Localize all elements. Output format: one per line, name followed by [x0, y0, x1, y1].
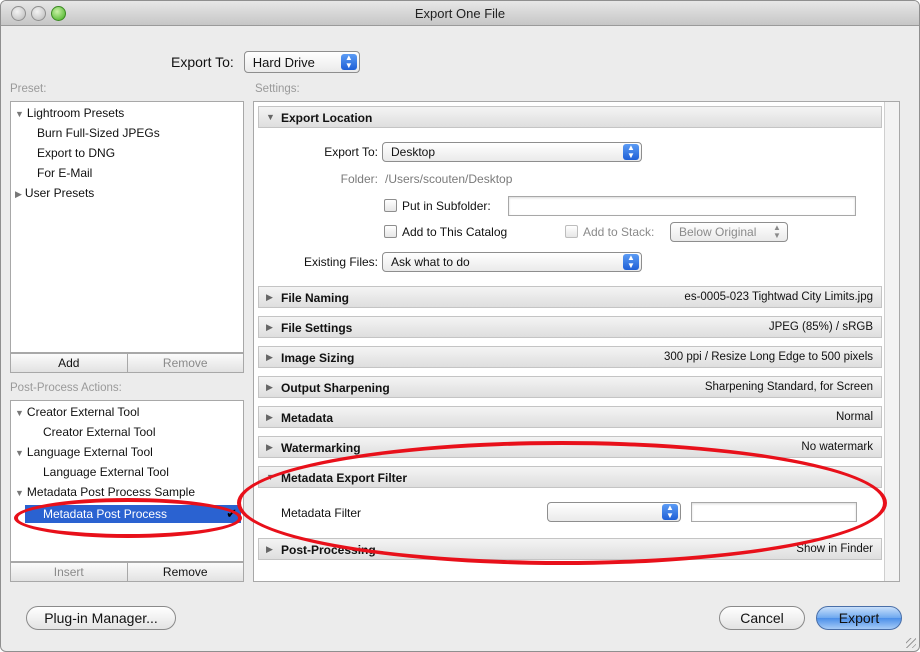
post-process-item-selected[interactable]: Metadata Post Process ✔ [25, 505, 241, 523]
add-stack-checkbox[interactable] [565, 225, 578, 238]
post-process-group[interactable]: ▼ Creator External Tool [15, 405, 139, 419]
post-processing-header[interactable]: ▶ Post-Processing Show in Finder [258, 538, 882, 560]
file-naming-header[interactable]: ▶ File Naming es-0005-023 Tightwad City … [258, 286, 882, 308]
file-naming-summary: es-0005-023 Tightwad City Limits.jpg [684, 291, 873, 303]
metadata-header[interactable]: ▶ Metadata Normal [258, 406, 882, 428]
file-settings-header[interactable]: ▶ File Settings JPEG (85%) / sRGB [258, 316, 882, 338]
popup-arrows-icon: ▲ ▼ [623, 144, 639, 160]
popup-arrows-icon: ▲ ▼ [623, 254, 639, 270]
disclosure-closed-icon[interactable]: ▶ [266, 544, 273, 555]
image-sizing-summary: 300 ppi / Resize Long Edge to 500 pixels [663, 351, 873, 363]
disclosure-closed-icon[interactable]: ▶ [266, 412, 273, 423]
metadata-filter-popup[interactable]: ▲ ▼ [547, 502, 681, 522]
watermarking-summary: No watermark [801, 441, 873, 453]
post-process-list: ▼ Creator External Tool Creator External … [10, 400, 244, 562]
preset-buttons: Add Remove [10, 353, 244, 373]
disclosure-closed-icon[interactable]: ▶ [266, 322, 273, 333]
export-button[interactable]: Export [816, 606, 902, 630]
watermarking-header[interactable]: ▶ Watermarking No watermark [258, 436, 882, 458]
metadata-export-filter-header[interactable]: ▼ Metadata Export Filter [258, 466, 882, 488]
image-sizing-header[interactable]: ▶ Image Sizing 300 ppi / Resize Long Edg… [258, 346, 882, 368]
folder-path: /Users/scouten/Desktop [385, 172, 513, 186]
settings-section-label: Settings: [255, 83, 300, 95]
disclosure-open-icon[interactable]: ▼ [15, 109, 24, 119]
export-location-popup[interactable]: Desktop ▲ ▼ [382, 142, 642, 162]
post-process-group[interactable]: ▼ Language External Tool [15, 445, 153, 459]
popup-arrows-icon: ▲ ▼ [340, 54, 357, 70]
metadata-summary: Normal [835, 411, 873, 423]
preset-item[interactable]: Burn Full-Sized JPEGs [37, 126, 160, 140]
post-process-buttons: Insert Remove [10, 562, 244, 582]
export-to-value: Hard Drive [252, 54, 315, 70]
plugin-manager-button[interactable]: Plug-in Manager... [26, 606, 176, 630]
disclosure-closed-icon[interactable]: ▶ [15, 189, 22, 199]
preset-group-lightroom[interactable]: ▼ Lightroom Presets [15, 106, 124, 120]
window-title: Export One File [414, 6, 506, 21]
output-sharpening-summary: Sharpening Standard, for Screen [704, 381, 873, 393]
disclosure-open-icon[interactable]: ▼ [266, 472, 275, 482]
post-process-group[interactable]: ▼ Metadata Post Process Sample [15, 485, 195, 499]
folder-label: Folder: [340, 172, 378, 186]
preset-item[interactable]: For E-Mail [37, 166, 92, 180]
post-process-item[interactable]: Creator External Tool [43, 425, 156, 439]
subfolder-checkbox-row[interactable]: Put in Subfolder: [384, 199, 491, 213]
export-dialog: Export One File Export To: Hard Drive ▲ ▼… [0, 0, 920, 652]
disclosure-open-icon[interactable]: ▼ [15, 408, 24, 418]
export-to-row: Export To: Hard Drive ▲ ▼ [171, 51, 360, 73]
output-sharpening-header[interactable]: ▶ Output Sharpening Sharpening Standard,… [258, 376, 882, 398]
add-stack-checkbox-row[interactable]: Add to Stack: [565, 225, 654, 239]
settings-pane: ▼ Export Location Export To: Desktop ▲ ▼ … [253, 101, 900, 582]
add-catalog-checkbox-row[interactable]: Add to This Catalog [384, 225, 507, 239]
remove-preset-button[interactable]: Remove [126, 354, 244, 372]
subfolder-checkbox[interactable] [384, 199, 397, 212]
preset-item[interactable]: Export to DNG [37, 146, 115, 160]
add-preset-button[interactable]: Add [11, 354, 127, 372]
disclosure-closed-icon[interactable]: ▶ [266, 442, 273, 453]
remove-action-button[interactable]: Remove [126, 563, 244, 581]
stack-position-popup[interactable]: Below Original ▲ ▼ [670, 222, 788, 242]
post-process-section-label: Post-Process Actions: [10, 382, 122, 394]
title-bar: Export One File [1, 1, 919, 26]
preset-group-user[interactable]: ▶ User Presets [15, 186, 94, 200]
settings-scrollbar[interactable] [884, 102, 899, 581]
checkmark-icon: ✔ [226, 506, 237, 521]
preset-list: ▼ Lightroom Presets Burn Full-Sized JPEGs… [10, 101, 244, 353]
disclosure-open-icon[interactable]: ▼ [15, 488, 24, 498]
export-to-label: Export To: [171, 54, 234, 70]
existing-files-popup[interactable]: Ask what to do ▲ ▼ [382, 252, 642, 272]
metadata-filter-label: Metadata Filter [281, 506, 362, 520]
popup-arrows-icon: ▲ ▼ [773, 223, 781, 240]
export-location-header[interactable]: ▼ Export Location [258, 106, 882, 128]
export-to-location-label: Export To: [324, 145, 378, 159]
disclosure-closed-icon[interactable]: ▶ [266, 292, 273, 303]
add-catalog-checkbox[interactable] [384, 225, 397, 238]
metadata-filter-input[interactable] [691, 502, 857, 522]
disclosure-closed-icon[interactable]: ▶ [266, 352, 273, 363]
preset-section-label: Preset: [10, 83, 47, 95]
post-process-item[interactable]: Language External Tool [43, 465, 169, 479]
post-processing-summary: Show in Finder [796, 543, 873, 555]
disclosure-open-icon[interactable]: ▼ [266, 112, 275, 122]
existing-files-label: Existing Files: [303, 255, 378, 269]
popup-arrows-icon: ▲ ▼ [662, 504, 678, 520]
cancel-button[interactable]: Cancel [719, 606, 805, 630]
subfolder-input[interactable] [508, 196, 856, 216]
disclosure-closed-icon[interactable]: ▶ [266, 382, 273, 393]
export-to-popup[interactable]: Hard Drive ▲ ▼ [243, 51, 360, 73]
insert-action-button[interactable]: Insert [11, 563, 127, 581]
resize-grip-icon[interactable] [906, 638, 916, 648]
file-settings-summary: JPEG (85%) / sRGB [768, 321, 873, 333]
disclosure-open-icon[interactable]: ▼ [15, 448, 24, 458]
